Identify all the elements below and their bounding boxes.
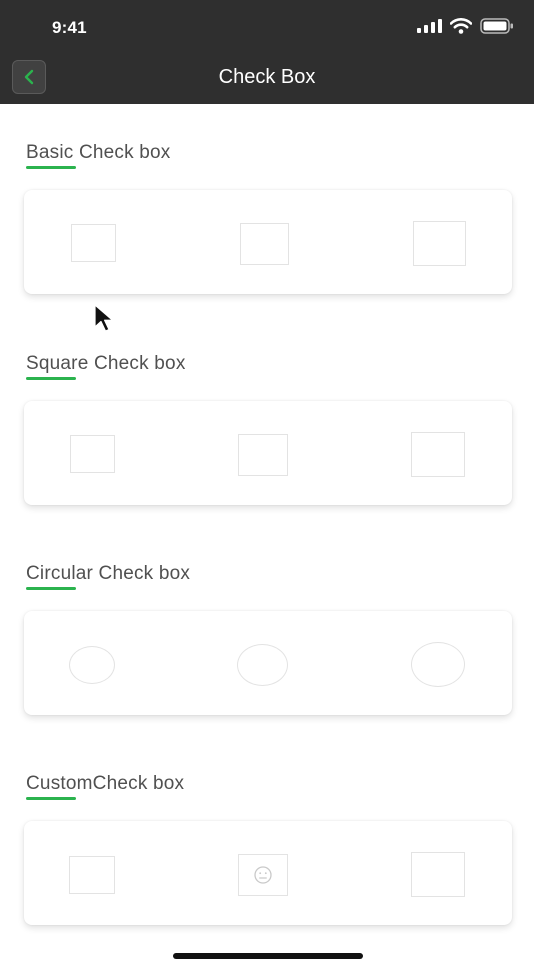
circular-checkbox-2[interactable]: [237, 644, 288, 686]
home-indicator: [173, 953, 363, 959]
section-title: CustomCheck box: [26, 773, 185, 794]
square-checkbox-2[interactable]: [238, 434, 288, 476]
square-checkbox-1[interactable]: [70, 435, 115, 473]
custom-checkbox-2[interactable]: [238, 854, 288, 896]
section-title: Basic Check box: [26, 142, 171, 163]
section-title: Square Check box: [26, 353, 186, 374]
top-bar: 9:41 Check Box: [0, 0, 534, 104]
section-underline: [26, 166, 76, 169]
neutral-face-icon: [254, 866, 272, 884]
custom-checkbox-1[interactable]: [69, 856, 115, 894]
status-icons: [417, 16, 514, 36]
basic-checkbox-1[interactable]: [71, 224, 116, 262]
section-underline: [26, 797, 76, 800]
custom-checkbox-3[interactable]: [411, 852, 465, 897]
section-underline: [26, 377, 76, 380]
status-time: 9:41: [52, 18, 87, 37]
basic-checkbox-2[interactable]: [240, 223, 289, 265]
circular-checkbox-1[interactable]: [69, 646, 115, 684]
checkbox-card: [24, 821, 512, 925]
checkbox-card: [24, 611, 512, 715]
square-checkbox-3[interactable]: [411, 432, 465, 477]
mouse-pointer-icon: [94, 304, 114, 332]
checkbox-card: [24, 190, 512, 294]
basic-checkbox-3[interactable]: [413, 221, 466, 266]
circular-checkbox-3[interactable]: [411, 642, 465, 687]
section-title: Circular Check box: [26, 563, 191, 584]
page-title: Check Box: [218, 66, 316, 88]
wifi-icon: [450, 18, 472, 34]
checkbox-card: [24, 401, 512, 505]
section-underline: [26, 587, 76, 590]
cellular-signal-icon: [417, 19, 442, 33]
battery-icon: [480, 18, 514, 34]
